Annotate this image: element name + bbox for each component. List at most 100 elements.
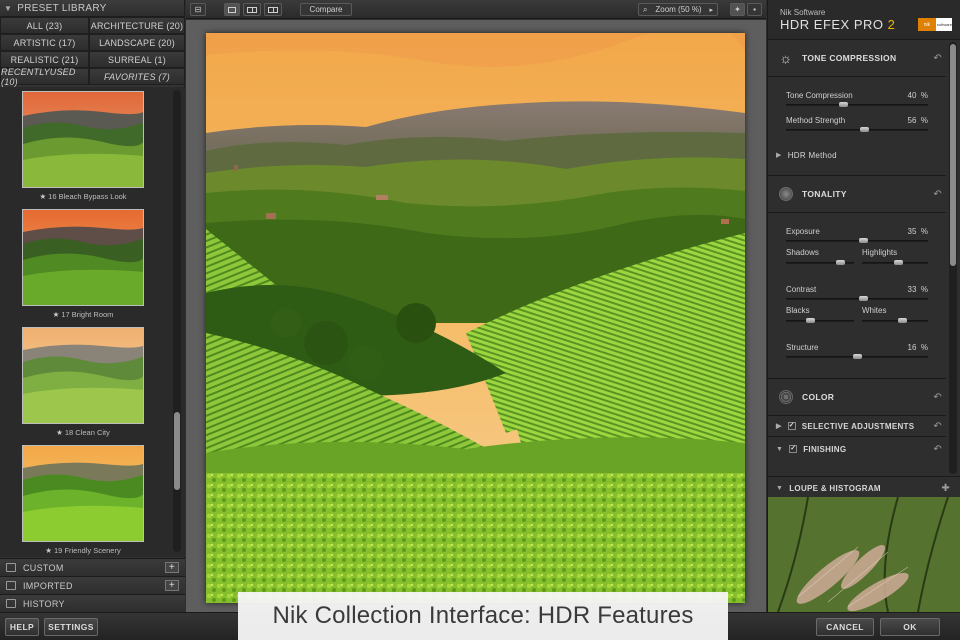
- category-artistic[interactable]: ARTISTIC (17): [0, 34, 89, 51]
- nik-logo: nik software: [918, 18, 952, 31]
- loupe-preview[interactable]: [768, 497, 960, 612]
- settings-button[interactable]: SETTINGS: [44, 618, 98, 636]
- preset-item[interactable]: ★ 18 Clean City: [22, 327, 144, 437]
- reset-icon[interactable]: ↶: [933, 392, 942, 403]
- reset-icon[interactable]: ↶: [933, 53, 942, 64]
- preset-thumbnail[interactable]: [22, 327, 144, 424]
- zoom-control[interactable]: ⌕ Zoom (50 %) ▸: [638, 3, 718, 16]
- expand-arrow-icon: ▶: [776, 152, 782, 159]
- enable-checkbox[interactable]: ✓: [789, 445, 798, 453]
- structure-slider[interactable]: [786, 354, 928, 359]
- panel-toggle-icon: ⊟: [194, 5, 202, 14]
- highlights-slider[interactable]: [862, 260, 928, 265]
- category-recently-used[interactable]: RECENTLYUSED (10): [0, 67, 89, 87]
- bg-icon: ▪: [753, 5, 756, 14]
- slider-knob[interactable]: [898, 318, 907, 323]
- reset-icon[interactable]: ↶: [933, 444, 942, 455]
- method-strength-label: Method Strength: [786, 116, 846, 125]
- custom-section[interactable]: CUSTOM +: [0, 558, 185, 576]
- selective-adjustments-row[interactable]: ▶ ✓ SELECTIVE ADJUSTMENTS ↶: [768, 418, 946, 434]
- finishing-row[interactable]: ▼ ✓ FINISHING ↶: [768, 441, 946, 457]
- history-label: HISTORY: [23, 598, 65, 609]
- preset-item[interactable]: ★ 19 Friendly Scenery: [22, 445, 144, 555]
- slider-knob[interactable]: [860, 127, 869, 132]
- split-view-button[interactable]: [243, 3, 261, 16]
- main-photo[interactable]: [206, 33, 745, 603]
- hdr-method-row[interactable]: ▶ HDR Method: [768, 147, 946, 163]
- category-all[interactable]: ALL (23): [0, 17, 89, 34]
- shadows-slider[interactable]: [786, 260, 854, 265]
- compare-button[interactable]: Compare: [300, 3, 352, 16]
- loupe-histogram-header[interactable]: ▼ LOUPE & HISTOGRAM ✚: [768, 480, 960, 496]
- scrollbar-thumb[interactable]: [174, 412, 180, 490]
- add-imported-button[interactable]: +: [165, 580, 179, 591]
- category-realistic[interactable]: REALISTIC (21): [0, 51, 89, 68]
- cancel-button[interactable]: CANCEL: [816, 618, 874, 636]
- toggle-panel-button[interactable]: ⊟: [190, 3, 206, 16]
- category-favorites[interactable]: FAVORITES (7): [89, 68, 185, 85]
- slider-knob[interactable]: [859, 296, 868, 301]
- preset-item[interactable]: ★ 17 Bright Room: [22, 209, 144, 319]
- category-surreal[interactable]: SURREAL (1): [89, 51, 185, 68]
- blacks-slider[interactable]: [786, 318, 854, 323]
- star-icon: ★: [52, 310, 60, 319]
- preset-scrollbar[interactable]: [173, 90, 181, 552]
- reset-icon[interactable]: ↶: [933, 421, 942, 432]
- structure-value: 16 %: [907, 343, 928, 352]
- single-view-button[interactable]: [224, 3, 240, 16]
- help-button[interactable]: HELP: [5, 618, 39, 636]
- contrast-slider[interactable]: [786, 296, 928, 301]
- add-custom-button[interactable]: +: [165, 562, 179, 573]
- folder-icon: [6, 563, 16, 572]
- side-by-side-button[interactable]: [264, 3, 282, 16]
- method-strength-slider[interactable]: [786, 127, 928, 132]
- reset-icon[interactable]: ↶: [933, 189, 942, 200]
- zoom-magnifier-icon: ⌕: [643, 4, 648, 14]
- enable-checkbox[interactable]: ✓: [787, 422, 796, 430]
- adjustment-panel: Nik Software HDR EFEX PRO 2 nik software …: [767, 0, 960, 612]
- sun-icon: ☼: [779, 50, 793, 66]
- category-landscape[interactable]: LANDSCAPE (20): [89, 34, 185, 51]
- color-title: COLOR: [802, 392, 835, 402]
- tone-compression-slider[interactable]: [786, 102, 928, 107]
- preset-caption: ★ 17 Bright Room: [52, 310, 114, 319]
- tone-compression-header[interactable]: ☼ TONE COMPRESSION ↶: [768, 48, 946, 68]
- category-architecture[interactable]: ARCHITECTURE (20): [89, 17, 185, 34]
- image-canvas[interactable]: [186, 20, 766, 612]
- collapse-arrow-icon: ▼: [776, 445, 784, 453]
- preset-item[interactable]: ★ 16 Bleach Bypass Look: [22, 91, 144, 201]
- slider-knob[interactable]: [894, 260, 903, 265]
- imported-section[interactable]: IMPORTED +: [0, 576, 185, 594]
- contrast-value: 33 %: [907, 285, 928, 294]
- slider-knob[interactable]: [859, 238, 868, 243]
- preset-thumbnail[interactable]: [22, 445, 144, 542]
- controls-scrollbar[interactable]: [949, 42, 957, 474]
- background-toggle-button[interactable]: ▪: [747, 3, 762, 16]
- preset-thumbnail[interactable]: [22, 91, 144, 188]
- preset-library-header[interactable]: ▼ PRESET LIBRARY: [0, 0, 184, 17]
- slider-knob[interactable]: [839, 102, 848, 107]
- tone-compression-title: TONE COMPRESSION: [802, 53, 897, 63]
- color-wheel-icon: [779, 390, 793, 404]
- preset-thumbnail[interactable]: [22, 209, 144, 306]
- slider-knob[interactable]: [853, 354, 862, 359]
- zoom-label: Zoom (50 %): [655, 5, 702, 14]
- slider-knob[interactable]: [806, 318, 815, 323]
- highlights-label: Highlights: [862, 248, 898, 257]
- pin-icon[interactable]: ✚: [941, 483, 950, 494]
- selective-adjustments-title: SELECTIVE ADJUSTMENTS: [801, 421, 915, 431]
- loupe-toggle-button[interactable]: ✦: [730, 3, 745, 16]
- tonality-header[interactable]: TONALITY ↶: [768, 184, 946, 204]
- preset-thumbnail-list: ★16 Bleach Bypass Look ★17 Bright Room: [0, 87, 185, 557]
- exposure-slider[interactable]: [786, 238, 928, 243]
- method-strength-value: 56 %: [907, 116, 928, 125]
- scrollbar-thumb[interactable]: [950, 44, 956, 266]
- color-header[interactable]: COLOR ↶: [768, 387, 946, 407]
- history-section[interactable]: HISTORY: [0, 594, 185, 612]
- slider-knob[interactable]: [836, 260, 845, 265]
- whites-slider[interactable]: [862, 318, 928, 323]
- ok-button[interactable]: OK: [880, 618, 940, 636]
- preset-caption: ★ 16 Bleach Bypass Look: [39, 192, 127, 201]
- loupe-histogram-title: LOUPE & HISTOGRAM: [789, 483, 881, 493]
- preset-caption: ★ 18 Clean City: [56, 428, 110, 437]
